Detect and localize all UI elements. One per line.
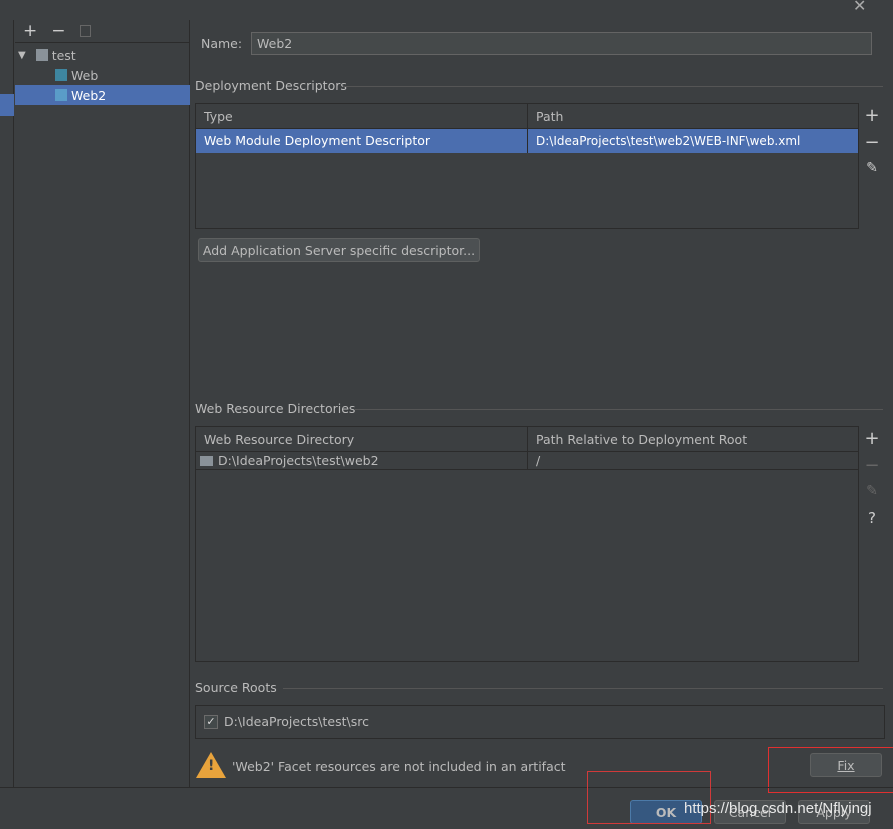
tree-node-web2[interactable]: Web2 — [15, 85, 190, 105]
copy-icon[interactable] — [79, 25, 91, 37]
close-icon[interactable]: ✕ — [853, 0, 866, 15]
help-icon[interactable]: ? — [858, 505, 886, 531]
resources-section-title: Web Resource Directories — [195, 401, 356, 416]
web-facet-icon — [55, 89, 67, 101]
add-descriptor-icon[interactable]: + — [858, 103, 886, 129]
left-strip-selection — [0, 94, 14, 116]
name-input[interactable] — [251, 32, 872, 55]
add-resource-icon[interactable]: + — [858, 426, 886, 452]
web-facet-icon — [55, 69, 67, 81]
module-folder-icon — [35, 49, 48, 61]
facet-tree: + − ▼ test Web Web2 — [15, 20, 190, 787]
tree-node-test[interactable]: ▼ test — [15, 45, 190, 65]
list-item[interactable]: ✓ D:\IdeaProjects\test\src — [196, 706, 884, 729]
source-roots-title: Source Roots — [195, 680, 277, 695]
folder-icon — [200, 455, 213, 466]
source-roots-list: ✓ D:\IdeaProjects\test\src — [195, 705, 885, 739]
add-server-descriptor-button[interactable]: Add Application Server specific descript… — [198, 238, 480, 262]
column-header-directory[interactable]: Web Resource Directory — [196, 427, 528, 451]
column-header-path[interactable]: Path — [528, 109, 563, 124]
name-label: Name: — [201, 36, 243, 51]
resources-table: Web Resource Directory Path Relative to … — [195, 426, 859, 662]
checkbox-checked[interactable]: ✓ — [204, 714, 218, 729]
column-header-relative-path[interactable]: Path Relative to Deployment Root — [528, 432, 747, 447]
tree-node-web[interactable]: Web — [15, 65, 190, 85]
deployment-table: Type Path Web Module Deployment Descript… — [195, 103, 859, 229]
table-row[interactable]: Web Module Deployment Descriptor D:\Idea… — [196, 129, 858, 153]
deployment-section-title: Deployment Descriptors — [195, 78, 347, 93]
add-icon[interactable]: + — [23, 21, 37, 41]
table-row[interactable]: D:\IdeaProjects\test\web2 / — [196, 452, 858, 470]
edit-resource-icon[interactable]: ✎ — [858, 478, 886, 504]
remove-icon[interactable]: − — [51, 21, 65, 41]
column-header-type[interactable]: Type — [196, 104, 528, 128]
warning-text: 'Web2' Facet resources are not included … — [232, 759, 566, 774]
remove-descriptor-icon[interactable]: − — [858, 130, 886, 156]
edit-descriptor-icon[interactable]: ✎ — [858, 155, 886, 181]
expand-icon[interactable]: ▼ — [18, 50, 26, 61]
left-strip — [0, 20, 14, 787]
watermark: https://blog.csdn.net/Nflyingj — [684, 800, 872, 817]
remove-resource-icon[interactable]: − — [858, 453, 886, 479]
